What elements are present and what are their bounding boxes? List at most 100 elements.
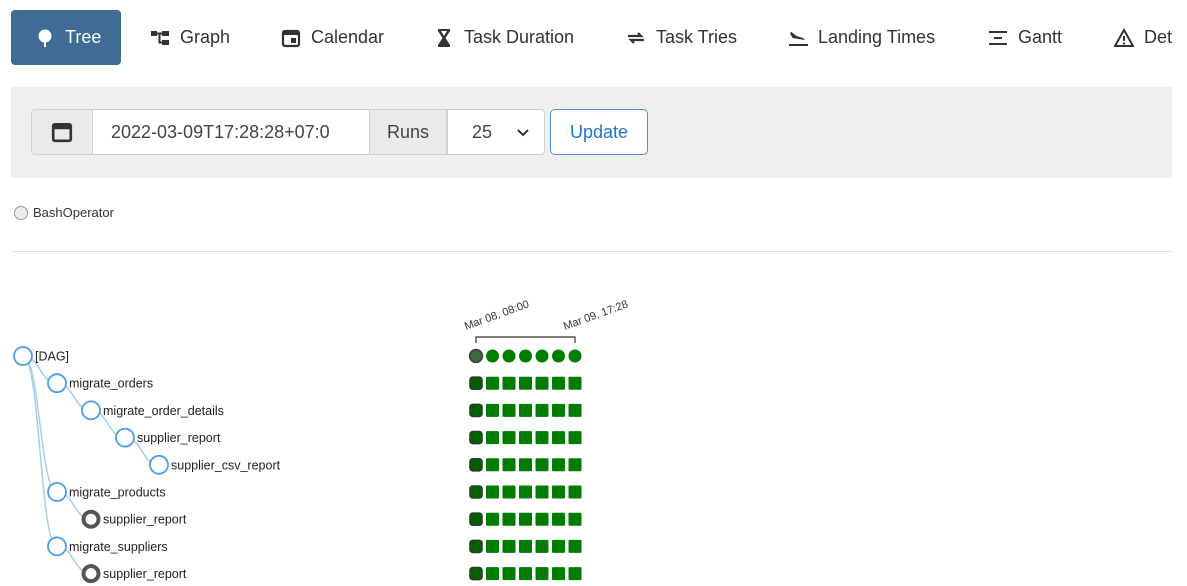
task-instance-square[interactable] (469, 566, 483, 581)
dag-label: [DAG] (35, 350, 69, 364)
task-label: migrate_products (69, 486, 166, 500)
runs-select[interactable]: 25 (447, 109, 545, 155)
task-instance-square[interactable] (535, 539, 549, 553)
task-instance-square[interactable] (486, 431, 499, 445)
task-instance-square[interactable] (552, 376, 565, 390)
legend-swatch (14, 205, 28, 220)
tab-details[interactable]: Det (1114, 10, 1172, 65)
task-node-repeated[interactable] (81, 509, 101, 529)
tab-label: Gantt (1018, 27, 1063, 47)
task-instance-square[interactable] (519, 567, 532, 581)
task-instance-square[interactable] (552, 512, 565, 526)
task-instance-square[interactable] (486, 376, 499, 390)
task-instance-square[interactable] (552, 539, 565, 553)
tree-icon (38, 29, 52, 47)
task-label: migrate_order_details (103, 404, 224, 418)
task-instance-square[interactable] (568, 485, 582, 499)
task-instance-square[interactable] (469, 512, 483, 526)
task-instance-square[interactable] (502, 403, 516, 417)
task-node[interactable] (115, 427, 135, 448)
dag-run-circle[interactable] (568, 349, 582, 363)
dag-run-circle[interactable] (468, 348, 484, 364)
tab-calendar[interactable]: Calendar (281, 10, 384, 65)
task-instance-square[interactable] (552, 458, 565, 472)
task-instance-square[interactable] (535, 567, 549, 581)
task-instance-square[interactable] (486, 567, 499, 581)
task-instance-square[interactable] (535, 458, 549, 472)
task-instance-square[interactable] (502, 485, 516, 499)
task-instance-square[interactable] (486, 403, 499, 417)
task-instance-square[interactable] (535, 376, 549, 390)
tab-tree[interactable]: Tree (11, 10, 122, 65)
task-instance-square[interactable] (519, 403, 532, 417)
task-instance-square[interactable] (519, 485, 532, 499)
tab-label: Det (1144, 27, 1173, 47)
task-instance-square[interactable] (469, 485, 483, 499)
task-node[interactable] (47, 373, 67, 394)
task-node[interactable] (47, 482, 67, 502)
tab-landing-times[interactable]: Landing Times (788, 10, 935, 65)
dag-run-circle[interactable] (519, 349, 532, 363)
task-instance-square[interactable] (568, 539, 582, 553)
task-instance-square[interactable] (502, 567, 516, 581)
dag-run-circle[interactable] (502, 349, 516, 363)
task-instance-square[interactable] (568, 403, 582, 417)
tab-gantt[interactable]: Gantt (988, 10, 1062, 65)
retry-icon (628, 31, 644, 44)
task-instance-square[interactable] (486, 458, 499, 472)
task-node-repeated[interactable] (81, 564, 101, 584)
task-instance-square[interactable] (469, 458, 483, 472)
task-instance-square[interactable] (486, 485, 499, 499)
task-instance-square[interactable] (502, 458, 516, 472)
base-date-input[interactable]: 2022-03-09T17:28:28+07:0 (92, 109, 372, 155)
task-instance-square[interactable] (568, 567, 582, 581)
legend-label: BashOperator (33, 205, 114, 220)
task-instance-square[interactable] (552, 567, 565, 581)
tab-task-tries[interactable]: Task Tries (626, 10, 737, 65)
task-instance-square[interactable] (535, 512, 549, 526)
task-instance-square[interactable] (552, 485, 565, 499)
dag-run-circle[interactable] (552, 349, 565, 363)
task-instance-square[interactable] (502, 539, 516, 553)
tab-graph[interactable]: Graph (150, 10, 230, 65)
update-button[interactable]: Update (550, 109, 648, 155)
task-instance-square[interactable] (519, 512, 532, 526)
task-instance-square[interactable] (535, 485, 549, 499)
task-instance-square[interactable] (519, 431, 532, 445)
task-instance-square[interactable] (469, 403, 483, 418)
task-instance-square[interactable] (469, 430, 483, 445)
task-node[interactable] (149, 454, 169, 475)
task-instance-square[interactable] (568, 431, 582, 445)
task-label: migrate_suppliers (69, 540, 168, 554)
task-label: migrate_orders (69, 377, 153, 391)
task-node[interactable] (47, 536, 67, 557)
tab-label: Calendar (311, 27, 385, 47)
calendar-icon (281, 29, 301, 47)
dag-node[interactable] (13, 346, 33, 366)
task-instance-square[interactable] (552, 431, 565, 445)
task-instance-square[interactable] (568, 376, 582, 390)
datetime-picker-button[interactable] (31, 109, 93, 155)
gantt-icon (989, 30, 1007, 45)
task-instance-square[interactable] (519, 458, 532, 472)
task-instance-square[interactable] (568, 512, 582, 526)
task-instance-square[interactable] (469, 376, 483, 390)
task-instance-square[interactable] (502, 512, 516, 526)
task-instance-square[interactable] (502, 376, 516, 390)
task-instance-square[interactable] (519, 539, 532, 553)
task-instance-square[interactable] (502, 431, 516, 445)
task-instance-square[interactable] (469, 539, 483, 554)
task-instance-square[interactable] (486, 539, 499, 553)
tree-toolbar: 2022-03-09T17:28:28+07:0 Runs 25 Update (11, 87, 1172, 178)
task-instance-square[interactable] (519, 376, 532, 390)
task-node[interactable] (81, 400, 101, 421)
task-instance-square[interactable] (552, 403, 565, 417)
task-instance-square[interactable] (568, 458, 582, 472)
dag-run-circle[interactable] (535, 349, 549, 363)
task-instance-square[interactable] (486, 512, 499, 526)
tab-task-duration[interactable]: Task Duration (434, 10, 574, 65)
task-instance-square[interactable] (535, 431, 549, 445)
tab-label: Task Tries (656, 27, 738, 47)
task-instance-square[interactable] (535, 403, 549, 417)
dag-run-circle[interactable] (486, 349, 499, 363)
